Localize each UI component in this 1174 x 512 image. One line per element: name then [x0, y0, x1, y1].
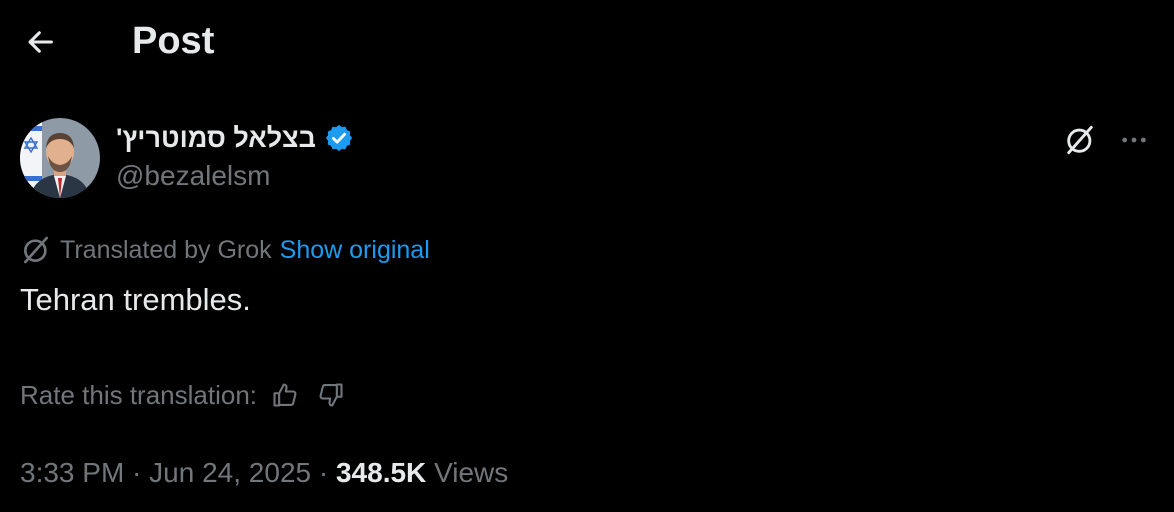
author-avatar[interactable] [20, 118, 100, 198]
author-name-row: בצלאל סמוטריץ' [116, 120, 354, 156]
thumbs-up-button[interactable] [267, 377, 303, 413]
grok-button[interactable] [1058, 118, 1102, 162]
post-page: Post בצלאל סמוטריץ' @bezalelsm Translate… [0, 0, 1174, 512]
page-title: Post [132, 20, 215, 62]
views-label: Views [434, 457, 509, 488]
grok-icon [1067, 125, 1093, 155]
back-button[interactable] [18, 20, 62, 64]
verified-badge-icon[interactable] [324, 123, 354, 153]
rate-translation-row: Rate this translation: [20, 377, 349, 413]
post-text: Tehran trembles. [20, 282, 251, 317]
grok-icon [23, 236, 48, 264]
author-handle[interactable]: @bezalelsm [116, 160, 270, 192]
post-metadata: 3:33 PM · Jun 24, 2025 · 348.5K Views [20, 456, 508, 490]
thumbs-down-icon [319, 383, 343, 407]
more-options-button[interactable] [1112, 118, 1156, 162]
translation-row: Translated by Grok Show original [20, 234, 430, 266]
thumbs-up-icon [273, 383, 297, 407]
views-count: 348.5K [335, 457, 427, 488]
more-dots-icon [1122, 137, 1146, 143]
arrow-left-icon [28, 31, 53, 53]
meta-separator: · [311, 457, 336, 488]
rate-translation-label: Rate this translation: [20, 379, 258, 410]
translated-by-label: Translated by Grok [60, 235, 272, 264]
meta-separator: · [124, 457, 150, 488]
views-spacer [426, 457, 434, 489]
show-original-link[interactable]: Show original [280, 236, 430, 265]
post-time[interactable]: 3:33 PM [20, 457, 124, 489]
author-display-name[interactable]: בצלאל סמוטריץ' [116, 123, 316, 154]
thumbs-down-button[interactable] [313, 377, 349, 413]
post-date[interactable]: Jun 24, 2025 [149, 457, 311, 489]
